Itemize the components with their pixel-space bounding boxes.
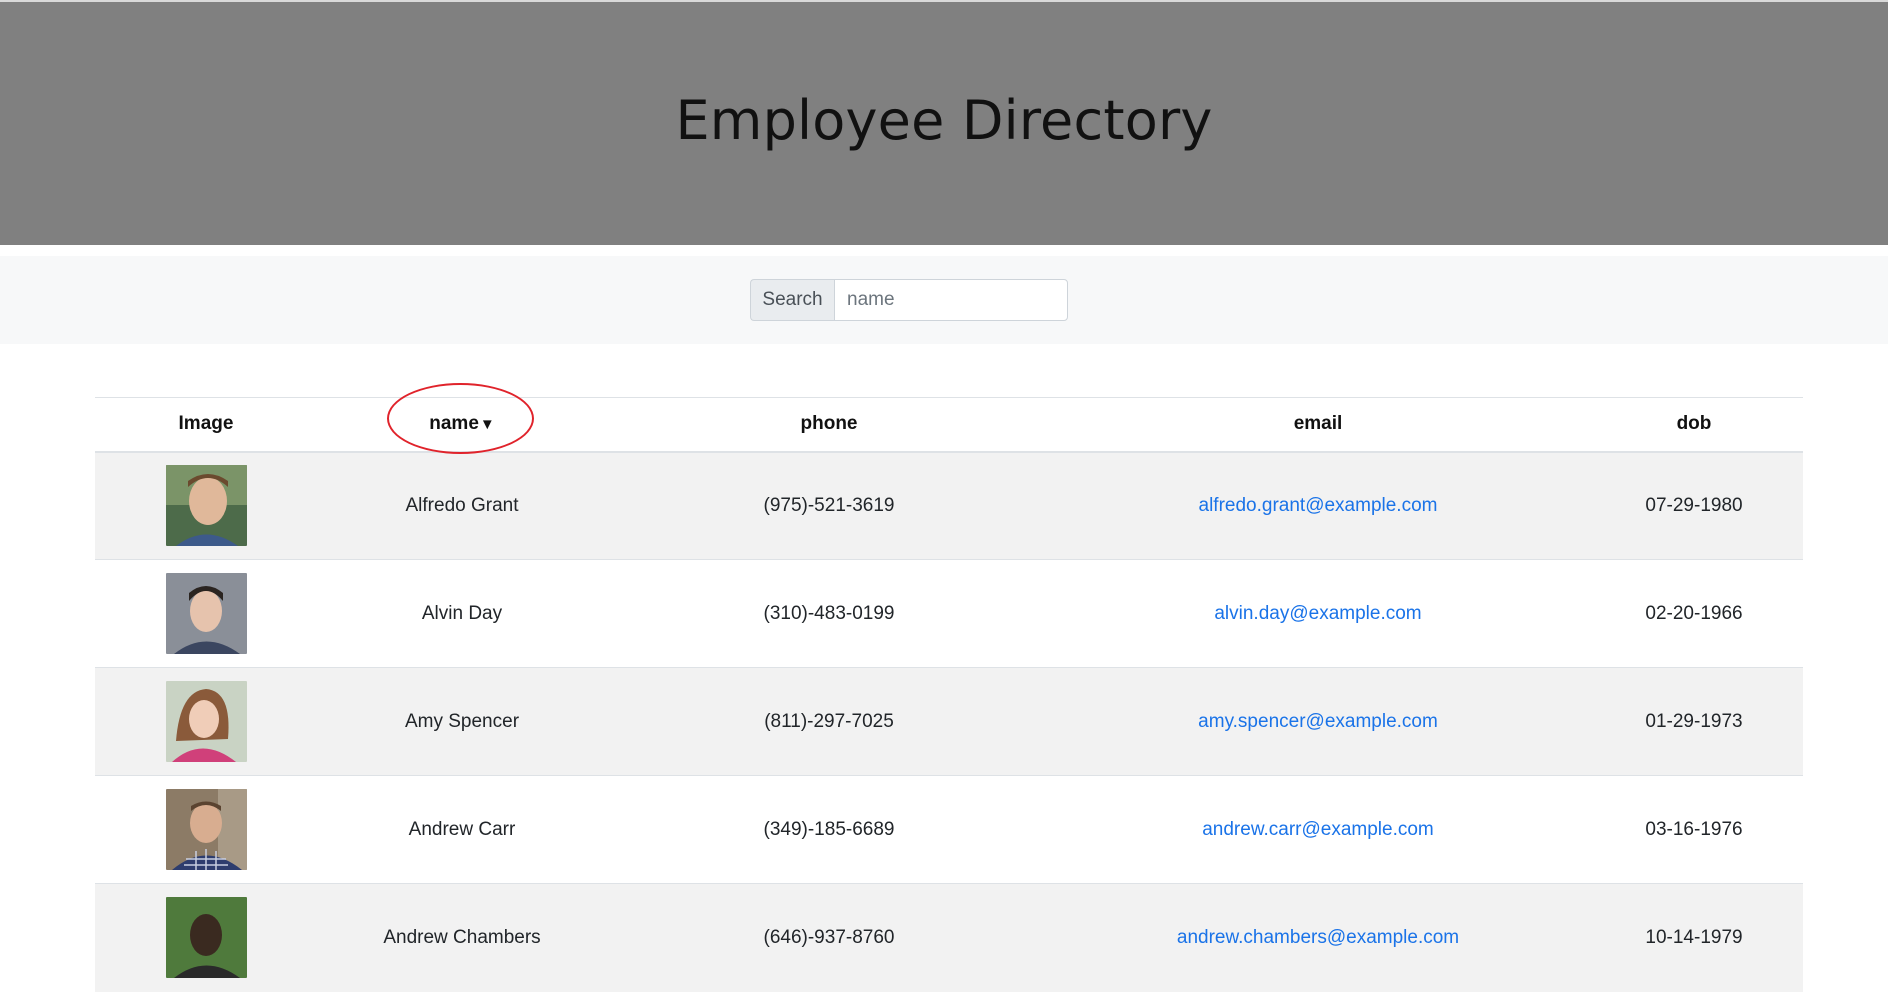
column-header-dob[interactable]: dob <box>1585 397 1803 453</box>
employee-photo <box>165 897 247 979</box>
search-label: Search <box>750 279 834 321</box>
column-header-name-label: name <box>429 413 479 435</box>
page-header: Employee Directory <box>0 2 1888 245</box>
employee-photo <box>165 465 247 547</box>
name-cell: Amy Spencer <box>317 667 607 776</box>
dob-cell: 03-16-1976 <box>1585 775 1803 884</box>
employee-photo <box>165 789 247 870</box>
search-bar: Search <box>0 256 1888 344</box>
image-cell <box>95 451 317 560</box>
column-header-email[interactable]: email <box>1051 397 1585 453</box>
dob-cell: 07-29-1980 <box>1585 451 1803 560</box>
employee-table: Image name▼ phone email dob Alfredo Gran… <box>95 397 1803 992</box>
table-row: Alfredo Grant (975)-521-3619 alfredo.gra… <box>95 451 1803 560</box>
name-cell: Andrew Chambers <box>317 883 607 992</box>
email-cell: alvin.day@example.com <box>1051 559 1585 668</box>
employee-photo <box>165 681 247 762</box>
dob-cell: 10-14-1979 <box>1585 883 1803 992</box>
email-cell: amy.spencer@example.com <box>1051 667 1585 776</box>
table-row: Andrew Carr (349)-185-6689 andrew.carr@e… <box>95 775 1803 884</box>
column-header-name[interactable]: name▼ <box>317 397 607 453</box>
name-cell: Alfredo Grant <box>317 451 607 560</box>
column-header-phone[interactable]: phone <box>607 397 1051 453</box>
email-cell: alfredo.grant@example.com <box>1051 451 1585 560</box>
email-link[interactable]: andrew.carr@example.com <box>1202 819 1434 840</box>
table-row: Alvin Day (310)-483-0199 alvin.day@examp… <box>95 559 1803 668</box>
page-title: Employee Directory <box>675 89 1213 152</box>
column-header-image: Image <box>95 397 317 453</box>
header-gap <box>0 245 1888 256</box>
email-link[interactable]: alvin.day@example.com <box>1214 603 1421 624</box>
dob-cell: 02-20-1966 <box>1585 559 1803 668</box>
phone-cell: (310)-483-0199 <box>607 559 1051 668</box>
name-cell: Andrew Carr <box>317 775 607 884</box>
table-header-row: Image name▼ phone email dob <box>95 397 1803 453</box>
email-link[interactable]: alfredo.grant@example.com <box>1199 495 1438 516</box>
search-group: Search <box>750 279 1068 321</box>
employee-photo <box>165 573 247 654</box>
image-cell <box>95 667 317 776</box>
phone-cell: (975)-521-3619 <box>607 451 1051 560</box>
phone-cell: (811)-297-7025 <box>607 667 1051 776</box>
image-cell <box>95 883 317 992</box>
phone-cell: (349)-185-6689 <box>607 775 1051 884</box>
email-link[interactable]: andrew.chambers@example.com <box>1177 927 1459 948</box>
email-cell: andrew.carr@example.com <box>1051 775 1585 884</box>
image-cell <box>95 775 317 884</box>
employee-table-container: Image name▼ phone email dob Alfredo Gran… <box>95 397 1803 992</box>
name-cell: Alvin Day <box>317 559 607 668</box>
email-cell: andrew.chambers@example.com <box>1051 883 1585 992</box>
image-cell <box>95 559 317 668</box>
table-row: Andrew Chambers (646)-937-8760 andrew.ch… <box>95 883 1803 992</box>
table-row: Amy Spencer (811)-297-7025 amy.spencer@e… <box>95 667 1803 776</box>
email-link[interactable]: amy.spencer@example.com <box>1198 711 1438 732</box>
phone-cell: (646)-937-8760 <box>607 883 1051 992</box>
sort-descending-icon: ▼ <box>479 416 495 434</box>
search-input[interactable] <box>834 279 1068 321</box>
dob-cell: 01-29-1973 <box>1585 667 1803 776</box>
